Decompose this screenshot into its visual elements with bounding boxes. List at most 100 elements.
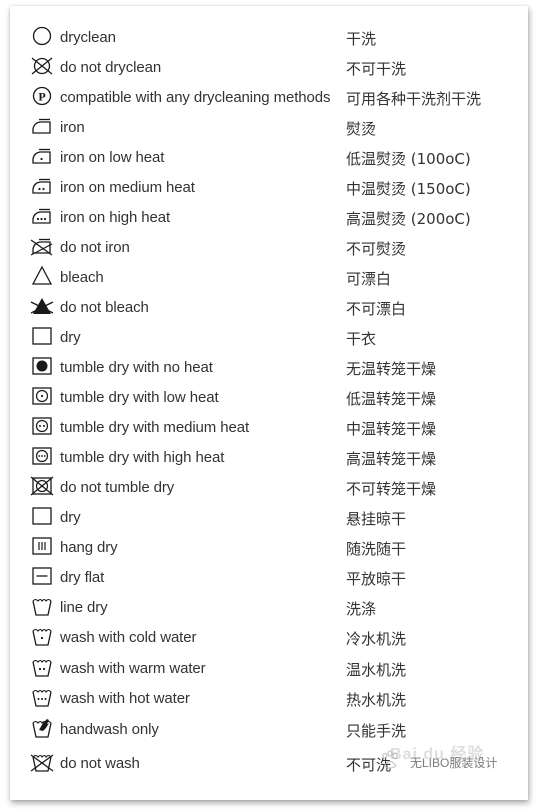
symbol-label-en: iron on high heat	[60, 209, 171, 226]
symbol-label-zh: 不可漂白	[346, 300, 407, 318]
symbol-row: do not tumble dry 不可转笼干燥	[10, 474, 528, 504]
laundry-symbols-card: dryclean 干洗 do not dryclean 不可干洗 Pcompatible…	[10, 6, 528, 800]
symbol-row: bleach 可漂白	[10, 264, 528, 294]
tumble-dry-no-heat-icon	[30, 354, 54, 378]
symbol-row: tumble dry with high heat 高温转笼干燥	[10, 444, 528, 474]
symbol-label-zh: 不可熨烫	[346, 240, 407, 258]
do-not-tumble-dry-icon	[30, 474, 54, 498]
symbol-label-zh: 熨烫	[346, 120, 377, 138]
symbol-label-zh: 洗涤	[346, 600, 377, 618]
tumble-dry-low-heat-icon	[30, 384, 54, 408]
iron-icon	[30, 114, 54, 138]
iron-high-heat-icon	[30, 204, 54, 228]
symbol-label-zh: 高温熨烫 (200oC)	[346, 210, 471, 228]
symbol-label-en: iron on low heat	[60, 149, 165, 166]
symbol-label-zh: 不可转笼干燥	[346, 480, 437, 498]
symbol-label-en: handwash only	[60, 721, 159, 738]
symbol-label-en: hang dry	[60, 539, 118, 556]
wash-warm-icon	[30, 655, 54, 679]
symbol-label-zh: 平放晾干	[346, 570, 407, 588]
symbol-label-zh: 冷水机洗	[346, 630, 407, 648]
symbol-label-zh: 可漂白	[346, 270, 392, 288]
symbol-row: Pcompatible with any drycleaning methods…	[10, 84, 528, 114]
symbol-row: iron on high heat 高温熨烫 (200oC)	[10, 204, 528, 234]
do-not-dryclean-icon	[30, 54, 54, 78]
symbol-label-en: do not wash	[60, 755, 140, 772]
symbol-label-zh: 不可干洗	[346, 60, 407, 78]
symbol-label-zh: 只能手洗	[346, 722, 407, 740]
bleach-triangle-icon	[30, 264, 54, 288]
symbol-row: iron 熨烫	[10, 114, 528, 144]
hang-dry-icon	[30, 534, 54, 558]
symbol-label-en: iron on medium heat	[60, 179, 195, 196]
symbol-label-en: dry	[60, 509, 81, 526]
symbol-label-zh: 中温转笼干燥	[346, 420, 437, 438]
symbol-row: do not bleach 不可漂白	[10, 294, 528, 324]
symbol-label-zh: 中温熨烫 (150oC)	[346, 180, 471, 198]
symbol-row: line dry 洗涤	[10, 594, 528, 624]
symbol-label-en: wash with hot water	[60, 690, 190, 707]
symbol-label-en: dry	[60, 329, 81, 346]
symbol-label-en: tumble dry with high heat	[60, 449, 225, 466]
symbol-row: iron on low heat 低温熨烫 (100oC)	[10, 144, 528, 174]
symbol-row: dry 悬挂晾干	[10, 504, 528, 534]
symbol-label-en: iron	[60, 119, 85, 136]
symbol-label-zh: 无温转笼干燥	[346, 360, 437, 378]
symbol-row: wash with hot water 热水机洗	[10, 685, 528, 715]
handwash-icon	[30, 716, 54, 740]
symbol-row: dryclean 干洗	[10, 24, 528, 54]
symbol-row: iron on medium heat 中温熨烫 (150oC)	[10, 174, 528, 204]
symbol-row: tumble dry with medium heat 中温转笼干燥	[10, 414, 528, 444]
symbol-label-en: wash with cold water	[60, 629, 197, 646]
symbol-label-en: do not tumble dry	[60, 479, 175, 496]
do-not-wash-icon	[30, 750, 54, 774]
symbol-label-zh: 温水机洗	[346, 661, 407, 679]
dryclean-p-icon: P	[30, 84, 54, 108]
do-not-bleach-icon	[30, 294, 54, 318]
dry-square-icon	[30, 324, 54, 348]
symbol-row: hang dry 随洗随干	[10, 534, 528, 564]
iron-low-heat-icon	[30, 144, 54, 168]
wash-cold-icon	[30, 624, 54, 648]
dry-flat-icon	[30, 564, 54, 588]
symbol-label-zh: 可用各种干洗剂干洗	[346, 90, 482, 108]
symbol-label-en: do not bleach	[60, 299, 149, 316]
symbol-label-zh: 干洗	[346, 30, 377, 48]
do-not-iron-icon	[30, 234, 54, 258]
watermark: Bai du 经验 无LIBO服装设计	[376, 746, 526, 776]
symbol-label-zh: 热水机洗	[346, 691, 407, 709]
symbol-row: dry flat 平放晾干	[10, 564, 528, 594]
symbol-row: do not iron 不可熨烫	[10, 234, 528, 264]
symbol-label-en: dry flat	[60, 569, 105, 586]
symbol-label-en: wash with warm water	[60, 660, 206, 677]
symbol-label-en: do not iron	[60, 239, 130, 256]
symbol-row: tumble dry with low heat 低温转笼干燥	[10, 384, 528, 414]
svg-text:P: P	[38, 90, 45, 104]
symbol-row: tumble dry with no heat 无温转笼干燥	[10, 354, 528, 384]
symbol-label-zh: 低温熨烫 (100oC)	[346, 150, 471, 168]
symbol-row: wash with warm water 温水机洗	[10, 655, 528, 685]
symbol-row: dry 干衣	[10, 324, 528, 354]
dry-square-icon	[30, 504, 54, 528]
symbol-label-en: tumble dry with low heat	[60, 389, 219, 406]
symbol-label-en: do not dryclean	[60, 59, 162, 76]
symbol-label-en: line dry	[60, 599, 108, 616]
symbol-label-zh: 低温转笼干燥	[346, 390, 437, 408]
symbol-label-zh: 高温转笼干燥	[346, 450, 437, 468]
symbol-row: wash with cold water 冷水机洗	[10, 624, 528, 654]
symbol-label-zh: 悬挂晾干	[346, 510, 407, 528]
wash-tub-icon	[30, 594, 54, 618]
symbol-label-zh: 随洗随干	[346, 540, 407, 558]
symbol-label-en: tumble dry with medium heat	[60, 419, 250, 436]
symbol-label-en: bleach	[60, 269, 104, 286]
iron-medium-heat-icon	[30, 174, 54, 198]
symbol-label-en: tumble dry with no heat	[60, 359, 213, 376]
tumble-dry-medium-heat-icon	[30, 414, 54, 438]
wash-hot-icon	[30, 685, 54, 709]
symbol-label-en: dryclean	[60, 29, 116, 46]
tumble-dry-high-heat-icon	[30, 444, 54, 468]
symbol-label-en: compatible with any drycleaning methods	[60, 89, 331, 106]
symbol-label-zh: 干衣	[346, 330, 377, 348]
symbol-row: do not dryclean 不可干洗	[10, 54, 528, 84]
watermark-text: 无LIBO服装设计	[410, 756, 498, 770]
